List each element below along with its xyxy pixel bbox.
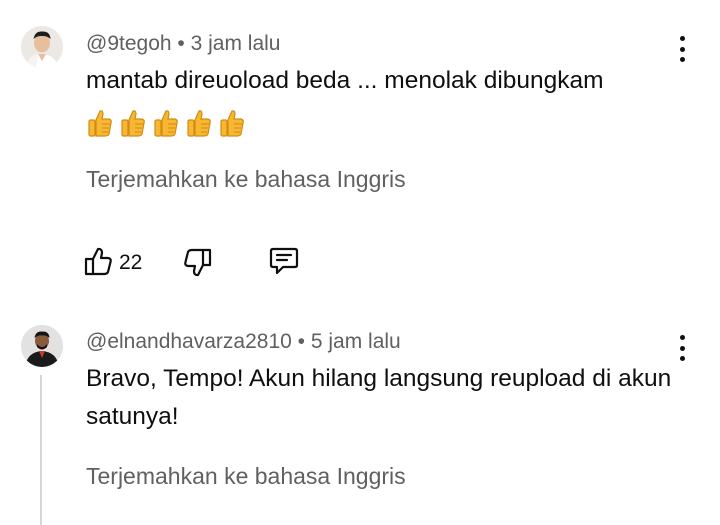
emoji-row xyxy=(86,108,246,138)
thumbs-up-icon[interactable] xyxy=(83,245,113,277)
more-vert-icon xyxy=(679,335,685,340)
more-vert-icon xyxy=(679,36,685,41)
comment-time: 5 jam lalu xyxy=(310,330,401,353)
avatar[interactable] xyxy=(21,325,63,367)
more-options-button[interactable] xyxy=(678,36,686,62)
more-options-button[interactable] xyxy=(678,335,686,361)
thumbs-up-emoji-icon xyxy=(187,110,211,137)
translate-link[interactable]: Terjemahkan ke bahasa Inggris xyxy=(86,463,406,490)
comment-time: 3 jam lalu xyxy=(190,32,281,55)
thumbs-up-emoji-icon xyxy=(154,110,178,137)
comment-item: @9tegoh • 3 jam lalu mantab direuoload b… xyxy=(0,0,720,300)
thumbs-up-emoji-icon xyxy=(220,110,244,137)
translate-link[interactable]: Terjemahkan ke bahasa Inggris xyxy=(86,166,406,193)
thumbs-up-emoji-icon xyxy=(121,110,145,137)
avatar[interactable] xyxy=(21,26,63,68)
comment-text: mantab direuoload beda ... menolak dibun… xyxy=(86,67,604,94)
comment-meta: @9tegoh • 3 jam lalu xyxy=(86,32,281,56)
comment-text: Bravo, Tempo! Akun hilang langsung reupl… xyxy=(86,365,672,430)
avatar-image xyxy=(21,26,63,68)
like-count: 22 xyxy=(119,251,143,274)
comment-author[interactable]: @elnandhavarza2810 xyxy=(86,330,292,353)
meta-separator: • xyxy=(297,330,306,353)
avatar-image xyxy=(21,325,63,367)
reply-thread-line xyxy=(40,375,42,525)
comment-actions: 22 xyxy=(0,245,400,281)
reply-icon[interactable] xyxy=(269,245,299,277)
comment-meta: @elnandhavarza2810 • 5 jam lalu xyxy=(86,330,401,354)
thumbs-up-emoji-icon xyxy=(88,110,112,137)
comment-author[interactable]: @9tegoh xyxy=(86,32,172,55)
comment-item: @elnandhavarza2810 • 5 jam lalu Bravo, T… xyxy=(0,300,720,525)
thumbs-down-icon[interactable] xyxy=(183,247,213,279)
meta-separator: • xyxy=(177,32,185,55)
